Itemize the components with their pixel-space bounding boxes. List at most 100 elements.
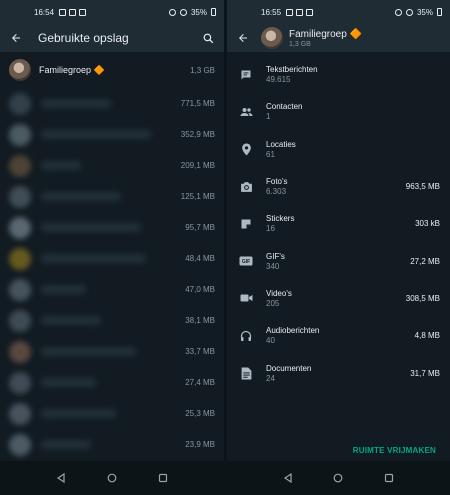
nav-home-icon[interactable] [333,473,343,483]
chat-size: 47,0 MB [185,285,215,294]
chat-size: 38,1 MB [185,316,215,325]
message-icon [239,68,253,82]
list-item[interactable]: 33,7 MB [0,336,224,367]
back-arrow-icon[interactable] [8,30,24,46]
chat-size: 33,7 MB [185,347,215,356]
avatar [9,278,31,301]
chat-size: 48,4 MB [185,254,215,263]
item-count: 61 [266,149,275,159]
item-size: 308,5 MB [405,293,440,303]
chat-size: 27,4 MB [185,378,215,387]
avatar [9,59,31,81]
item-label: Stickers [266,214,295,224]
list-item[interactable]: 27,4 MB [0,367,224,398]
item-label: Contacten [266,102,303,112]
item-count: 1 [266,112,271,122]
item-size: 4,8 MB [414,331,440,341]
page-title: Gebruikte opslag [38,31,129,45]
status-time: 16:55 [261,7,282,17]
item-label: GIF's [266,251,285,261]
list-item[interactable]: 38,1 MB [0,305,224,336]
item-size: 303 kB [415,219,440,229]
item-count: 340 [266,261,280,271]
item-count: 40 [266,336,275,346]
back-arrow-icon[interactable] [235,30,251,46]
nav-back-icon[interactable] [283,473,293,483]
blurred-name [41,347,136,356]
blurred-name [41,378,96,387]
list-item-locations[interactable]: Locaties 61 [227,131,450,168]
battery-percent: 35% [416,7,433,17]
list-item[interactable]: 771,5 MB [0,88,224,119]
list-item-contacts[interactable]: Contacten 1 [227,93,450,130]
avatar [9,247,31,270]
list-item-gifs[interactable]: GIF GIF's 340 27,2 MB [227,242,450,279]
item-count: 16 [266,224,275,234]
blurred-name [41,316,101,325]
list-item[interactable]: Familiegroep 🔶 1,3 GB [0,52,224,88]
list-item-photos[interactable]: Foto's 6.303 963,5 MB [227,168,450,205]
nav-recents-icon[interactable] [384,473,394,483]
chat-size: 1,3 GB [190,65,215,75]
free-up-space-button[interactable]: RUIMTE VRIJMAKEN [353,446,436,455]
list-item[interactable]: 209,1 MB [0,150,224,181]
item-label: Video's [266,288,292,298]
item-size: 27,2 MB [410,256,440,266]
chat-size: 352,9 MB [180,130,215,139]
list-item[interactable]: 95,7 MB [0,212,224,243]
item-label: Tekstberichten [266,65,318,75]
nav-home-icon[interactable] [107,473,117,483]
notification-icons [59,8,87,16]
avatar [9,185,31,208]
list-item-stickers[interactable]: Stickers 16 303 kB [227,205,450,242]
headphones-icon [239,329,253,343]
chat-storage-list: Familiegroep 🔶 1,3 GB 771,5 MB 352,9 MB … [0,52,224,460]
sticker-icon [239,217,253,231]
blurred-name [41,285,86,294]
item-count: 49.615 [266,75,291,85]
avatar [9,92,31,115]
contacts-icon [239,105,253,119]
blurred-name [41,192,121,201]
chat-name: Familiegroep 🔶 [39,64,105,75]
list-item[interactable]: 25,3 MB [0,398,224,429]
list-item[interactable]: 125,1 MB [0,181,224,212]
list-item-documents[interactable]: Documenten 24 31,7 MB [227,354,450,391]
status-bar: 16:55 35% [227,0,450,24]
avatar [9,402,31,425]
app-bar: Familiegroep 🔶 1,3 GB [227,24,450,52]
list-item-videos[interactable]: Video's 205 308,5 MB [227,280,450,317]
list-item[interactable]: 352,9 MB [0,119,224,150]
app-bar: Gebruikte opslag [0,24,224,52]
wifi-icon [179,8,187,16]
chat-header[interactable]: Familiegroep 🔶 1,3 GB [289,29,362,48]
nav-back-icon[interactable] [56,473,66,483]
avatar [9,340,31,363]
status-time: 16:54 [34,7,55,17]
search-icon[interactable] [200,30,216,46]
nav-recents-icon[interactable] [158,473,168,483]
blurred-name [41,409,116,418]
svg-text:GIF: GIF [242,259,250,265]
list-item[interactable]: 47,0 MB [0,274,224,305]
avatar[interactable] [261,27,283,49]
status-bar: 16:54 35% [0,0,224,24]
media-type-list: Tekstberichten 49.615 Contacten 1 Locaties… [227,56,450,392]
status-right: 35% [394,7,442,17]
blurred-name [41,223,141,232]
item-label: Locaties [266,139,296,149]
chat-size: 125,1 MB [180,192,215,201]
chat-size: 209,1 MB [180,161,215,170]
battery-icon [437,8,442,16]
video-icon [239,291,253,305]
list-item[interactable]: 48,4 MB [0,243,224,274]
avatar [9,216,31,239]
item-label: Foto's [266,177,288,187]
alarm-icon [394,8,402,16]
list-item[interactable]: 23,9 MB [0,429,224,460]
list-item-audio[interactable]: Audioberichten 40 4,8 MB [227,317,450,354]
status-right: 35% [168,8,216,17]
blurred-name [41,99,111,108]
item-count: 24 [266,373,275,383]
list-item-text-messages[interactable]: Tekstberichten 49.615 [227,56,450,93]
